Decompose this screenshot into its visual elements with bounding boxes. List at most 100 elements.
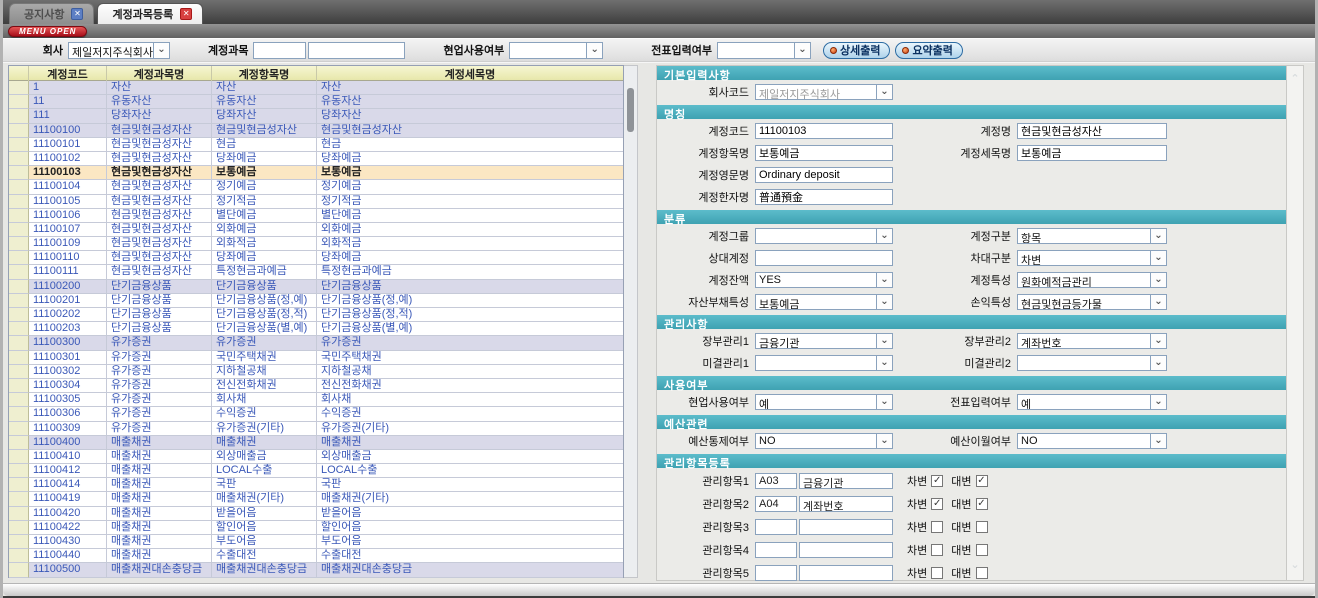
table-row[interactable]: 11100414 매출채권 국판 국판 [9, 478, 623, 492]
table-row[interactable]: 11100201 단기금융상품 단기금융상품(정,예) 단기금융상품(정,예) [9, 294, 623, 308]
pl-trait-select[interactable]: 현금및현금등가물⌄ [1017, 294, 1167, 310]
table-row[interactable]: 11100306 유가증권 수익증권 수익증권 [9, 407, 623, 421]
account-balance-select[interactable]: YES⌄ [755, 272, 893, 288]
table-row[interactable]: 11100300 유가증권 유가증권 유가증권 [9, 336, 623, 350]
mgmt-code-input[interactable] [755, 542, 797, 558]
mgmt-code-input[interactable] [755, 519, 797, 535]
cell-name1: 현금및현금성자산 [107, 166, 212, 180]
table-row[interactable]: 11100107 현금및현금성자산 외화예금 외화예금 [9, 223, 623, 237]
table-row[interactable]: 11100301 유가증권 국민주택채권 국민주택채권 [9, 351, 623, 365]
table-row[interactable]: 11100410 매출채권 외상매출금 외상매출금 [9, 450, 623, 464]
table-scrollbar[interactable] [624, 65, 638, 578]
credit-checkbox[interactable]: ✓ [976, 498, 988, 510]
table-row[interactable]: 11100200 단기금융상품 단기금융상품 단기금융상품 [9, 280, 623, 294]
chevron-up-icon[interactable]: ⌃ [1288, 74, 1302, 84]
table-row[interactable]: 11100305 유가증권 회사채 회사채 [9, 393, 623, 407]
table-row[interactable]: 11100419 매출채권 매출채권(기타) 매출채권(기타) [9, 492, 623, 506]
mgmt-code-input[interactable]: A03 [755, 473, 797, 489]
biz-use-select[interactable]: ⌄ [509, 42, 603, 59]
mgmt-name-input[interactable]: 금융기관 [799, 473, 893, 489]
summary-print-button[interactable]: 요약출력 [895, 42, 962, 59]
asset-trait-select[interactable]: 보통예금⌄ [755, 294, 893, 310]
ledger1-select[interactable]: 금융기관⌄ [755, 333, 893, 349]
account-group-select[interactable]: ⌄ [755, 228, 893, 244]
mgmt-code-input[interactable] [755, 565, 797, 581]
mgmt-code-input[interactable]: A04 [755, 496, 797, 512]
account-division-select[interactable]: 항목⌄ [1017, 228, 1167, 244]
cell-name1: 자산 [107, 81, 212, 95]
debit-checkbox[interactable]: ✓ [931, 475, 943, 487]
table-row[interactable]: 11100106 현금및현금성자산 별단예금 별단예금 [9, 209, 623, 223]
cell-code: 11100420 [29, 507, 107, 521]
table-row[interactable]: 11100422 매출채권 할인어음 할인어음 [9, 521, 623, 535]
table-row[interactable]: 11100302 유가증권 지하철공채 지하철공채 [9, 365, 623, 379]
tab-notice[interactable]: 공지사항 ✕ [9, 3, 94, 24]
ledger1-label: 장부관리1 [657, 333, 749, 349]
pending2-select[interactable]: ⌄ [1017, 355, 1167, 371]
mgmt-name-input[interactable] [799, 542, 893, 558]
panel-scrollbar[interactable]: ⌃ ⌄ [1286, 65, 1304, 581]
account-code-input[interactable] [253, 42, 306, 59]
scrollbar-thumb[interactable] [627, 88, 634, 132]
table-row[interactable]: 11100109 현금및현금성자산 외화적금 외화적금 [9, 237, 623, 251]
table-row[interactable]: 111 당좌자산 당좌자산 당좌자산 [9, 109, 623, 123]
account-trait-select[interactable]: 원화예적금관리⌄ [1017, 272, 1167, 288]
account-name-field[interactable] [1017, 123, 1167, 139]
counter-account-field[interactable] [755, 250, 893, 266]
english-name-field[interactable] [755, 167, 893, 183]
credit-checkbox[interactable]: ✓ [976, 521, 988, 533]
tab-account-registration[interactable]: 계정과목등록 ✕ [97, 3, 203, 24]
table-row[interactable]: 11100105 현금및현금성자산 정기적금 정기적금 [9, 195, 623, 209]
credit-checkbox[interactable]: ✓ [976, 544, 988, 556]
credit-checkbox[interactable]: ✓ [976, 475, 988, 487]
cell-code: 111 [29, 109, 107, 123]
table-row[interactable]: 11100412 매출채권 LOCAL수출 LOCAL수출 [9, 464, 623, 478]
table-row[interactable]: 11100104 현금및현금성자산 정기예금 정기예금 [9, 180, 623, 194]
table-row[interactable]: 11100101 현금및현금성자산 현금 현금 [9, 138, 623, 152]
ledger2-select[interactable]: 계좌번호⌄ [1017, 333, 1167, 349]
debit-checkbox[interactable]: ✓ [931, 521, 943, 533]
mgmt-name-input[interactable]: 계좌번호 [799, 496, 893, 512]
company-code-select[interactable]: 제일저지주식회사 ⌄ [755, 84, 893, 100]
budget-control-select[interactable]: NO⌄ [755, 433, 893, 449]
table-row[interactable]: 11100102 현금및현금성자산 당좌예금 당좌예금 [9, 152, 623, 166]
table-row[interactable]: 11100420 매출채권 받을어음 받을어음 [9, 507, 623, 521]
dc-division-select[interactable]: 차변⌄ [1017, 250, 1167, 266]
detail-name-field[interactable] [1017, 145, 1167, 161]
chevron-down-icon[interactable]: ⌄ [1288, 560, 1302, 570]
close-icon[interactable]: ✕ [71, 8, 83, 20]
table-row[interactable]: 11100440 매출채권 수출대전 수출대전 [9, 549, 623, 563]
menu-open-button[interactable]: MENU OPEN [8, 26, 87, 37]
item-name-field[interactable] [755, 145, 893, 161]
table-row[interactable]: 11 유동자산 유동자산 유동자산 [9, 95, 623, 109]
hanja-name-field[interactable] [755, 189, 893, 205]
detail-print-button[interactable]: 상세출력 [823, 42, 890, 59]
debit-checkbox[interactable]: ✓ [931, 544, 943, 556]
table-row[interactable]: 11100400 매출채권 매출채권 매출채권 [9, 436, 623, 450]
pending1-select[interactable]: ⌄ [755, 355, 893, 371]
mgmt-name-input[interactable] [799, 519, 893, 535]
budget-carryover-select[interactable]: NO⌄ [1017, 433, 1167, 449]
credit-checkbox[interactable]: ✓ [976, 567, 988, 579]
table-row[interactable]: 11100111 현금및현금성자산 특정현금과예금 특정현금과예금 [9, 265, 623, 279]
debit-checkbox[interactable]: ✓ [931, 498, 943, 510]
table-row[interactable]: 11100203 단기금융상품 단기금융상품(별,예) 단기금융상품(별,예) [9, 322, 623, 336]
account-name-input[interactable] [308, 42, 405, 59]
table-row[interactable]: 11100500 매출채권대손충당금 매출채권대손충당금 매출채권대손충당금 [9, 563, 623, 577]
table-row[interactable]: 11100202 단기금융상품 단기금융상품(정,적) 단기금융상품(정,적) [9, 308, 623, 322]
table-row[interactable]: 1 자산 자산 자산 [9, 81, 623, 95]
biz-use-field-select[interactable]: 예⌄ [755, 394, 893, 410]
table-row[interactable]: 11100100 현금및현금성자산 현금및현금성자산 현금및현금성자산 [9, 124, 623, 138]
account-code-field[interactable] [755, 123, 893, 139]
mgmt-name-input[interactable] [799, 565, 893, 581]
table-row[interactable]: 11100110 현금및현금성자산 당좌예금 당좌예금 [9, 251, 623, 265]
company-select[interactable]: 제일저지주식회사 ⌄ [68, 42, 170, 59]
debit-checkbox[interactable]: ✓ [931, 567, 943, 579]
table-row[interactable]: 11100309 유가증권 유가증권(기타) 유가증권(기타) [9, 422, 623, 436]
slip-input-field-select[interactable]: 예⌄ [1017, 394, 1167, 410]
table-row[interactable]: 11100430 매출채권 부도어음 부도어음 [9, 535, 623, 549]
table-row[interactable]: 11100103 현금및현금성자산 보통예금 보통예금 [9, 166, 623, 180]
table-row[interactable]: 11100304 유가증권 전신전화채권 전신전화채권 [9, 379, 623, 393]
close-icon[interactable]: ✕ [180, 8, 192, 20]
slip-input-select[interactable]: ⌄ [717, 42, 811, 59]
